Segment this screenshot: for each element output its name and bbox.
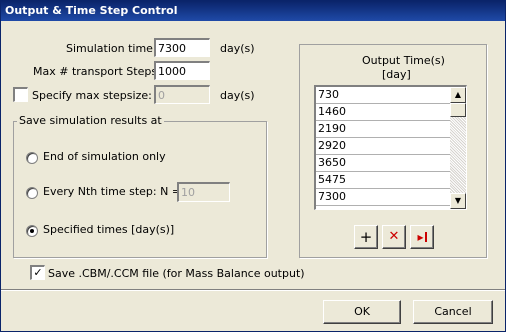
max-transport-steps-label: Max # transport Steps: bbox=[33, 65, 161, 78]
output-times-title: Output Time(s) bbox=[362, 54, 445, 67]
plus-icon: + bbox=[359, 228, 373, 246]
add-time-button[interactable]: + bbox=[354, 225, 378, 249]
output-time-row[interactable]: 7300 bbox=[316, 189, 450, 206]
radio-end-of-simulation-label: End of simulation only bbox=[43, 150, 166, 163]
ok-button-label: OK bbox=[354, 305, 370, 318]
title-bar: Output & Time Step Control bbox=[1, 1, 505, 21]
output-time-row[interactable]: 2920 bbox=[316, 138, 450, 155]
radio-specified-times-label: Specified times [day(s)] bbox=[43, 223, 175, 236]
max-stepsize-checkbox[interactable] bbox=[13, 87, 28, 102]
output-times-list[interactable]: 730 1460 2190 2920 3650 5475 7300 ▲ ▼ bbox=[314, 85, 467, 210]
max-transport-steps-input[interactable]: 1000 bbox=[154, 61, 210, 80]
insert-time-button[interactable]: ▸ bbox=[410, 225, 434, 249]
output-time-row[interactable]: 2190 bbox=[316, 121, 450, 138]
simulation-time-unit: day(s) bbox=[220, 42, 255, 55]
cancel-button[interactable]: Cancel bbox=[413, 300, 493, 324]
scroll-down-icon[interactable]: ▼ bbox=[450, 193, 466, 209]
delete-time-button[interactable]: ✕ bbox=[382, 225, 406, 249]
max-stepsize-label: Specify max stepsize: bbox=[32, 89, 152, 102]
dialog-window: Output & Time Step Control Simulation ti… bbox=[0, 0, 506, 332]
radio-specified-times[interactable] bbox=[26, 225, 38, 237]
radio-every-nth-step-label: Every Nth time step: N = bbox=[43, 185, 182, 198]
simulation-time-input[interactable]: 7300 bbox=[154, 38, 210, 57]
max-stepsize-input[interactable]: 0 bbox=[154, 85, 210, 104]
scroll-up-icon[interactable]: ▲ bbox=[450, 87, 466, 103]
scroll-thumb[interactable] bbox=[450, 103, 466, 117]
radio-every-nth-step[interactable] bbox=[26, 187, 38, 199]
output-time-row[interactable]: 5475 bbox=[316, 172, 450, 189]
save-cbm-label: Save .CBM/.CCM file (for Mass Balance ou… bbox=[48, 267, 305, 280]
output-time-row[interactable]: 730 bbox=[316, 87, 450, 104]
output-time-row[interactable]: 3650 bbox=[316, 155, 450, 172]
delete-x-icon: ✕ bbox=[388, 229, 400, 244]
nth-step-input[interactable]: 10 bbox=[177, 182, 230, 202]
save-results-group-title: Save simulation results at bbox=[17, 114, 164, 127]
window-title: Output & Time Step Control bbox=[5, 4, 178, 17]
output-times-unit: [day] bbox=[382, 68, 411, 81]
insert-row-icon: ▸ bbox=[417, 230, 427, 244]
save-cbm-checkbox[interactable]: ✓ bbox=[30, 265, 45, 280]
output-time-row[interactable]: 1460 bbox=[316, 104, 450, 121]
cancel-button-label: Cancel bbox=[434, 305, 472, 318]
ok-button[interactable]: OK bbox=[323, 300, 401, 324]
output-times-scrollbar[interactable]: ▲ ▼ bbox=[450, 87, 466, 209]
footer-divider bbox=[1, 289, 505, 291]
max-stepsize-unit: day(s) bbox=[220, 89, 255, 102]
radio-end-of-simulation[interactable] bbox=[26, 152, 38, 164]
simulation-time-label: Simulation time: bbox=[66, 42, 157, 55]
